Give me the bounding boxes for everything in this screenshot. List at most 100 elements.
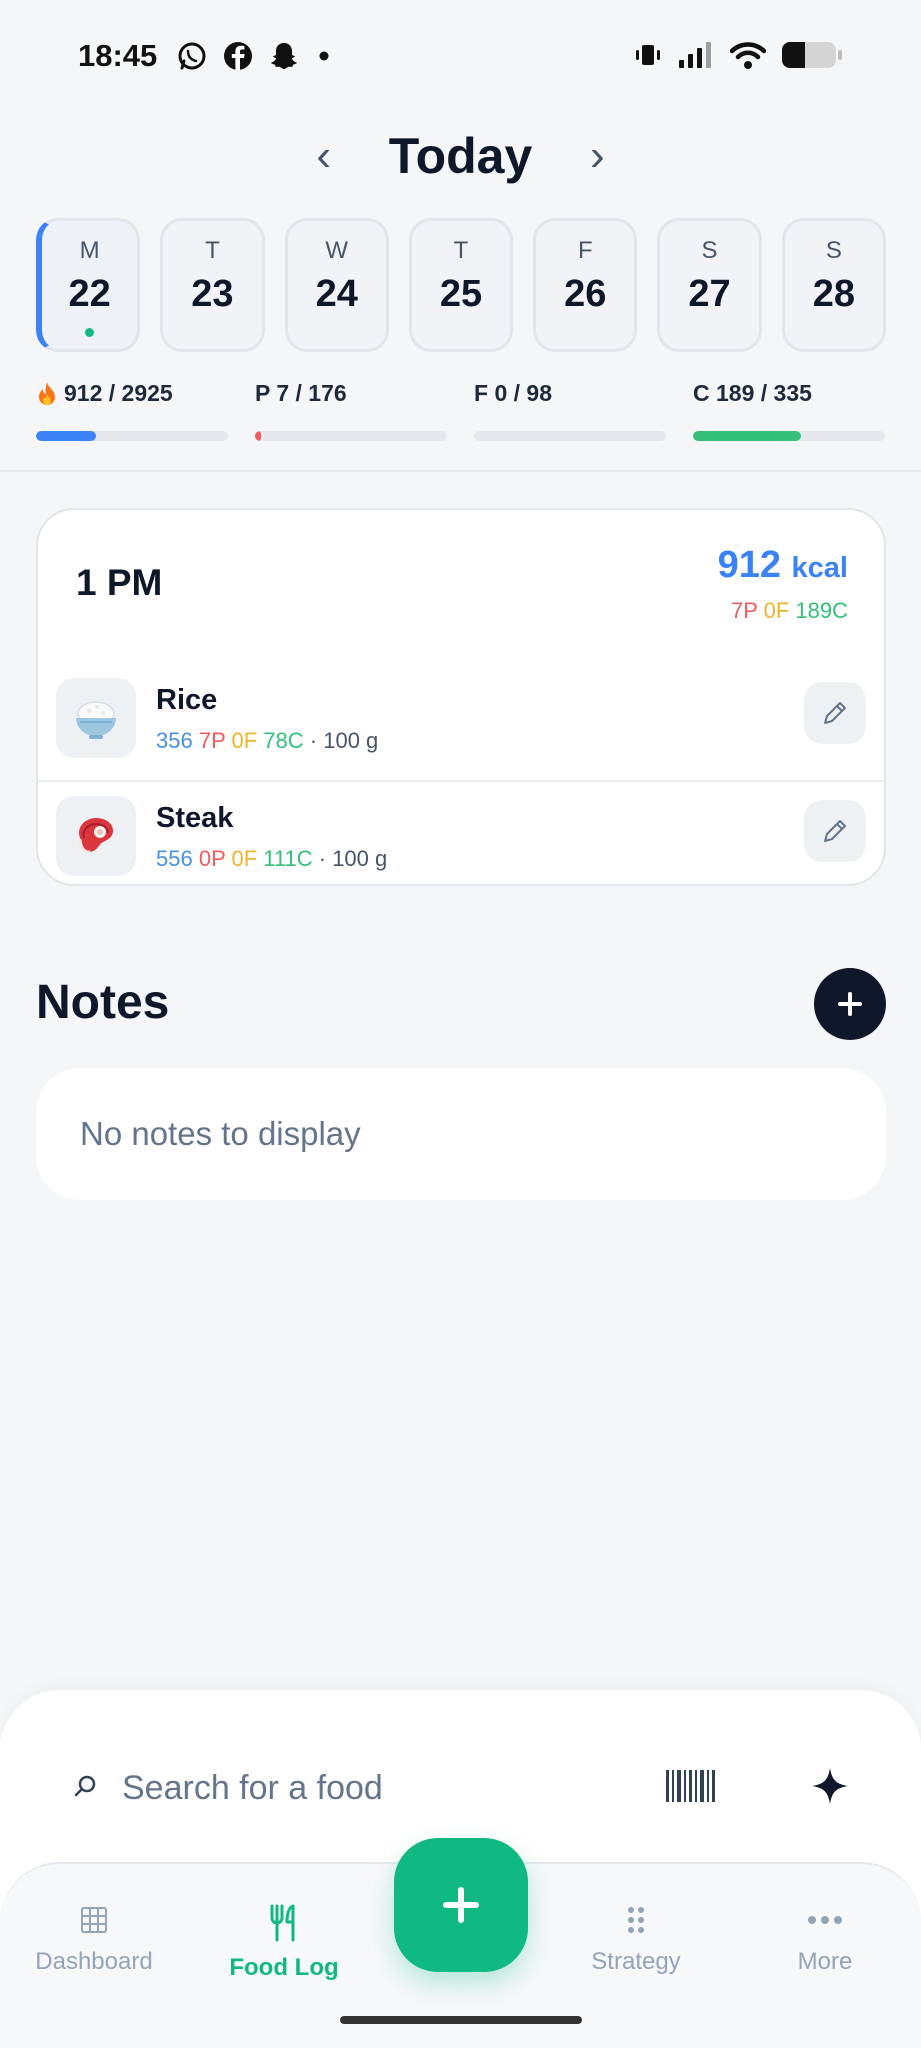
- flame-icon: [39, 381, 55, 405]
- dots-grid-icon: [628, 1907, 644, 1933]
- day-letter: S: [825, 237, 842, 264]
- carbs-summary: C 189 / 335: [693, 380, 885, 441]
- day-card-saturday[interactable]: S 27: [657, 218, 762, 352]
- facebook-icon: [224, 42, 252, 70]
- day-letter: W: [325, 237, 349, 264]
- fat-summary: F 0 / 98: [474, 380, 666, 441]
- day-letter: M: [79, 237, 100, 264]
- food-name: Rice: [156, 684, 218, 716]
- utensils-icon: [270, 1904, 295, 1942]
- rice-bowl-icon: [56, 678, 136, 758]
- vibrate-icon: [636, 45, 660, 65]
- calories-progress-bar: [36, 431, 228, 441]
- meal-card[interactable]: 1 PM 912 kcal 7P 0F 189C Rice 356 7P 0F …: [36, 508, 886, 886]
- status-time: 18:45: [78, 38, 158, 73]
- status-system-icons: [633, 40, 843, 70]
- meal-fat: 0F: [763, 598, 790, 623]
- day-card-sunday[interactable]: S 28: [781, 218, 886, 352]
- food-macros: 556 0P 0F 111C · 100 g: [156, 846, 387, 872]
- day-card-tuesday[interactable]: T 23: [160, 218, 265, 352]
- food-quantity: · 100 g: [309, 728, 379, 753]
- notes-empty-state: No notes to display: [36, 1068, 886, 1200]
- food-fat: 0F: [231, 728, 258, 753]
- more-icon: [808, 1916, 842, 1924]
- meal-calories: 912 kcal: [718, 544, 848, 587]
- signal-icon: [679, 42, 711, 68]
- notes-title: Notes: [36, 976, 170, 1029]
- day-number: 28: [812, 273, 855, 315]
- steak-icon: [56, 796, 136, 876]
- meal-kcal-value: 912: [717, 544, 781, 586]
- day-letter: F: [577, 237, 593, 264]
- food-row-steak[interactable]: Steak 556 0P 0F 111C · 100 g: [38, 784, 884, 884]
- calories-progress-fill: [36, 431, 96, 441]
- date-title: Today: [388, 128, 533, 184]
- date-navigator: ‹ Today ›: [0, 120, 921, 192]
- food-protein: 7P: [198, 728, 226, 753]
- snapchat-icon: [271, 43, 297, 69]
- barcode-scan-button[interactable]: [664, 1766, 716, 1811]
- protein-progress-fill: [255, 431, 261, 441]
- day-number: 26: [564, 273, 607, 315]
- food-carbs: 78C: [263, 728, 304, 753]
- day-number: 27: [688, 273, 731, 315]
- food-fat: 0F: [231, 846, 258, 871]
- day-number: 25: [439, 273, 483, 315]
- nav-label: Dashboard: [35, 1948, 153, 1975]
- food-quantity: · 100 g: [318, 846, 388, 871]
- food-kcal: 556: [156, 846, 193, 871]
- food-row-rice[interactable]: Rice 356 7P 0F 78C · 100 g: [38, 666, 884, 782]
- carbs-progress-bar: [693, 431, 885, 441]
- protein-label: P 7 / 176: [255, 380, 347, 406]
- home-indicator: [340, 2016, 582, 2024]
- fat-label: F 0 / 98: [474, 380, 552, 406]
- day-letter: S: [701, 237, 718, 264]
- plus-icon: [838, 992, 862, 1016]
- food-protein: 0P: [198, 846, 226, 871]
- meal-macros: 7P 0F 189C: [731, 598, 848, 624]
- day-number: 23: [191, 273, 234, 315]
- previous-day-button[interactable]: ‹: [309, 134, 339, 178]
- meal-carbs: 189C: [795, 598, 848, 623]
- status-app-icons: [176, 40, 334, 72]
- day-number: 22: [68, 273, 111, 315]
- meal-kcal-unit: kcal: [791, 552, 848, 584]
- wifi-icon: [729, 42, 767, 69]
- next-day-button[interactable]: ›: [582, 134, 612, 178]
- calories-label: 912 / 2925: [64, 380, 173, 406]
- search-icon: [74, 1775, 96, 1797]
- add-note-button[interactable]: [814, 968, 886, 1040]
- protein-summary: P 7 / 176: [255, 380, 447, 441]
- day-card-monday[interactable]: M 22: [36, 218, 141, 352]
- edit-food-button[interactable]: [804, 800, 866, 862]
- edit-food-button[interactable]: [804, 682, 866, 744]
- nav-strategy[interactable]: Strategy: [556, 1904, 716, 1976]
- fat-progress-bar: [474, 431, 666, 441]
- nav-food-log[interactable]: Food Log: [204, 1904, 364, 1982]
- pencil-icon: [824, 702, 846, 724]
- dot-icon: [319, 51, 329, 61]
- logged-indicator: [85, 328, 95, 337]
- add-food-button[interactable]: [394, 1838, 528, 1972]
- day-letter: T: [205, 237, 220, 264]
- week-strip: M 22 T 23 W 24 T 25 F 26 S 27 S 28: [36, 218, 886, 352]
- macro-summary: 912 / 2925 P 7 / 176 F 0 / 98 C 189 / 33…: [36, 380, 886, 450]
- nav-dashboard[interactable]: Dashboard: [14, 1904, 174, 1976]
- day-card-wednesday[interactable]: W 24: [284, 218, 389, 352]
- food-macros: 356 7P 0F 78C · 100 g: [156, 728, 378, 754]
- carbs-progress-fill: [693, 431, 801, 441]
- meal-time: 1 PM: [76, 562, 163, 603]
- day-card-friday[interactable]: F 26: [533, 218, 638, 352]
- food-search-input[interactable]: [122, 1756, 622, 1820]
- day-card-thursday[interactable]: T 25: [408, 218, 514, 352]
- header-divider: [0, 470, 921, 472]
- day-letter: T: [453, 237, 469, 264]
- nav-label: More: [797, 1948, 853, 1975]
- plus-icon: [443, 1887, 479, 1923]
- nav-label: Strategy: [591, 1948, 681, 1975]
- protein-progress-bar: [255, 431, 447, 441]
- food-carbs: 111C: [263, 846, 313, 871]
- whatsapp-icon: [178, 42, 206, 70]
- nav-more[interactable]: More: [745, 1904, 905, 1976]
- ai-assist-button[interactable]: [810, 1766, 850, 1811]
